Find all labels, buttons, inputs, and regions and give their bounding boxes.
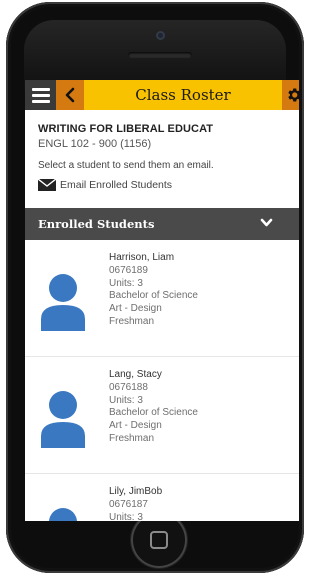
student-info: Lily, JimBob 0676187 Units: 3 [109, 486, 162, 521]
app-screen: Class Roster WRITING FOR LIBERAL EDUCAT … [25, 80, 299, 521]
phone-camera [156, 31, 165, 40]
student-info: Harrison, Liam 0676189 Units: 3 Bachelor… [109, 252, 198, 329]
gear-icon [288, 88, 299, 102]
student-name: Lang, Stacy [109, 369, 162, 380]
student-id: 0676189 [109, 264, 148, 276]
email-enrolled-students-link[interactable]: Email Enrolled Students [38, 179, 172, 191]
student-name: Lily, JimBob [109, 486, 163, 497]
hamburger-menu-icon[interactable] [25, 80, 56, 110]
student-row[interactable]: Harrison, Liam 0676189 Units: 3 Bachelor… [25, 240, 299, 357]
instruction-text: Select a student to send them an email. [38, 160, 214, 171]
back-button[interactable] [56, 80, 84, 110]
student-major: Art - Design [109, 303, 162, 315]
student-row[interactable]: Lang, Stacy 0676188 Units: 3 Bachelor of… [25, 357, 299, 474]
student-units: Units: 3 [109, 277, 143, 289]
student-info: Lang, Stacy 0676188 Units: 3 Bachelor of… [109, 369, 198, 446]
page-title: Class Roster [135, 86, 231, 104]
home-button-icon [150, 531, 168, 549]
enrolled-students-header[interactable]: Enrolled Students [25, 208, 299, 240]
email-enrolled-students-label: Email Enrolled Students [60, 179, 173, 191]
student-row[interactable]: Lily, JimBob 0676187 Units: 3 [25, 474, 299, 521]
student-id: 0676187 [109, 498, 148, 510]
student-degree: Bachelor of Science [109, 290, 198, 302]
student-name: Harrison, Liam [109, 252, 175, 263]
course-title: WRITING FOR LIBERAL EDUCAT [38, 123, 214, 135]
student-id: 0676188 [109, 381, 148, 393]
student-level: Freshman [109, 315, 155, 327]
student-level: Freshman [109, 432, 155, 444]
avatar-icon [41, 391, 85, 448]
chevron-down-icon [260, 218, 273, 227]
avatar-icon [49, 508, 77, 521]
section-title: Enrolled Students [38, 217, 155, 231]
settings-button[interactable] [282, 80, 299, 110]
avatar-icon [41, 274, 85, 331]
chevron-left-icon [65, 87, 75, 103]
student-major: Art - Design [109, 420, 162, 432]
phone-speaker [128, 52, 192, 58]
student-units: Units: 3 [109, 394, 143, 406]
top-bar: Class Roster [25, 80, 299, 110]
envelope-icon [38, 179, 56, 191]
student-degree: Bachelor of Science [109, 407, 198, 419]
course-code: ENGL 102 - 900 (1156) [38, 138, 152, 150]
student-units: Units: 3 [109, 511, 143, 521]
